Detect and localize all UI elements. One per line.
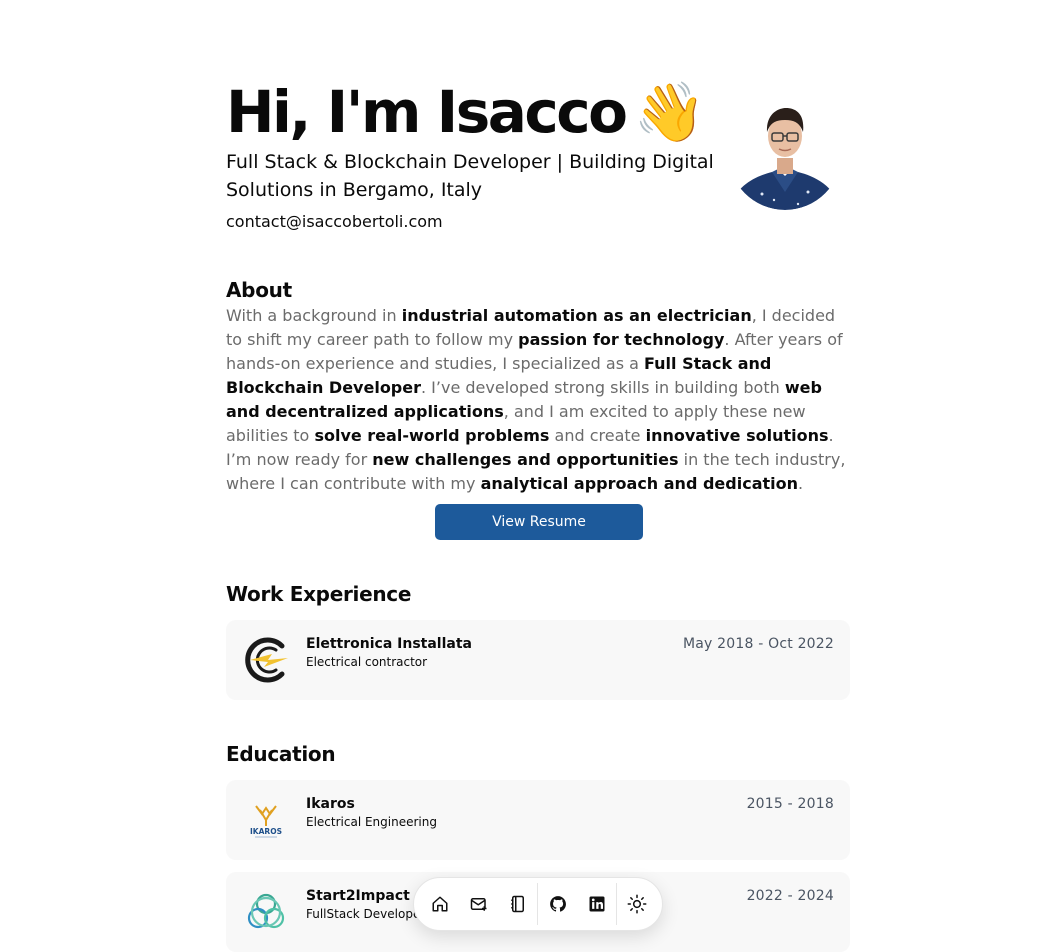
start2impact-logo-icon [242,888,290,936]
work-experience-title: Work Experience [226,582,412,606]
school-name: Start2Impact [306,888,410,904]
about-text-segment: . [798,474,804,493]
avatar [728,96,842,210]
mail-icon[interactable] [459,884,498,924]
about-text: With a background in industrial automati… [226,304,854,496]
hero-subtitle: Full Stack & Blockchain Developer | Buil… [226,151,714,201]
about-highlight: innovative solutions [645,426,829,445]
about-highlight: passion for technology [518,330,725,349]
school-name: Ikaros [306,796,355,812]
about-highlight: analytical approach and dedication [480,474,799,493]
study-date: 2022 - 2024 [746,888,834,904]
lightning-c-logo-icon [242,636,290,684]
study-date: 2015 - 2018 [746,796,834,812]
about-text-segment: . I’ve developed strong skills in buildi… [421,378,785,397]
linkedin-icon[interactable] [577,884,616,924]
study-field: FullStack Developer [306,907,426,921]
study-field: Electrical Engineering [306,815,437,829]
svg-text:IKAROS: IKAROS [250,827,282,836]
work-experience-card[interactable]: Elettronica Installata Electrical contra… [226,620,850,700]
home-icon[interactable] [420,884,459,924]
ikaros-logo-icon: IKAROS [242,796,290,844]
waving-hand-icon: 👋 [633,78,706,146]
job-role: Electrical contractor [306,655,428,669]
email-link[interactable]: contact@isaccobertoli.com [226,210,443,234]
notebook-icon[interactable] [498,884,537,924]
profile-photo-icon [728,96,842,210]
education-title: Education [226,742,336,766]
bottom-dock [413,877,663,931]
education-card[interactable]: IKAROS Ikaros Electrical Engineering 201… [226,780,850,860]
about-highlight: new challenges and opportunities [372,450,679,469]
about-text-segment: and create [549,426,646,445]
about-highlight: industrial automation as an electrician [401,306,752,325]
job-date: May 2018 - Oct 2022 [682,636,834,652]
view-resume-button[interactable]: View Resume [435,504,643,540]
company-name: Elettronica Installata [306,636,472,652]
about-text-segment: With a background in [226,306,402,325]
about-highlight: solve real-world problems [314,426,550,445]
about-title: About [226,278,292,302]
sun-icon[interactable] [617,884,656,924]
hero-title-text: Hi, I'm Isacco [226,78,628,146]
hero-title: Hi, I'm Isacco 👋 [226,78,706,146]
github-icon[interactable] [538,884,577,924]
hero-section: Hi, I'm Isacco 👋 Full Stack & Blockchain … [226,78,850,238]
